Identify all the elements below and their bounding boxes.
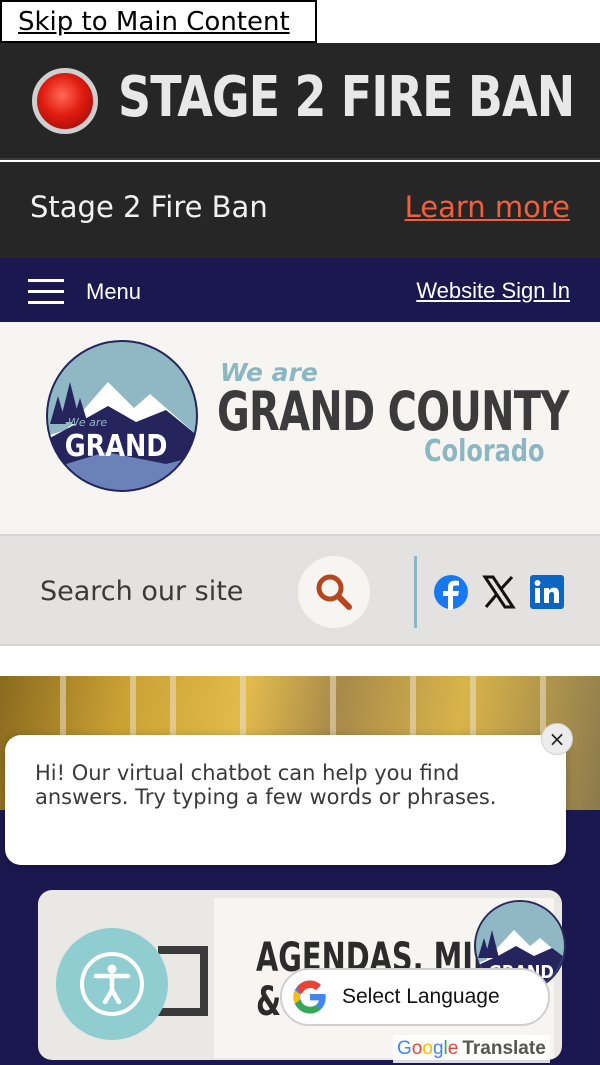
site-header-logo: We are GRAND We are GRAND COUNTY Colorad… [0, 322, 600, 534]
accessibility-button[interactable] [56, 928, 168, 1040]
search-icon [316, 574, 352, 610]
search-button[interactable] [298, 556, 370, 628]
fire-ban-banner: STAGE 2 FIRE BAN [0, 43, 600, 160]
search-bar [0, 534, 600, 646]
alert-bar: Stage 2 Fire Ban Learn more [0, 162, 600, 258]
fire-ban-title: STAGE 2 FIRE BAN [118, 65, 575, 130]
logo-state-name: Colorado [424, 434, 545, 469]
chatbot-message: Hi! Our virtual chatbot can help you fin… [35, 761, 497, 809]
linkedin-icon [530, 575, 564, 609]
red-alert-light-icon [32, 68, 98, 134]
learn-more-link[interactable]: Learn more [405, 190, 570, 224]
chatbot-greeting-popup: Hi! Our virtual chatbot can help you fin… [5, 735, 566, 865]
x-twitter-link[interactable] [481, 574, 517, 610]
skip-to-main-link[interactable]: Skip to Main Content [0, 0, 317, 43]
powered-by-google-translate: Google Translate [393, 1035, 550, 1063]
select-language-label[interactable]: Select Language [342, 985, 500, 1009]
top-nav: Menu Website Sign In [0, 258, 600, 322]
facebook-icon [434, 575, 468, 610]
svg-text:GRAND: GRAND [65, 428, 168, 464]
search-divider [414, 556, 417, 628]
menu-button[interactable]: Menu [86, 279, 141, 305]
spacer [0, 646, 600, 676]
accessibility-icon [80, 952, 144, 1016]
alert-text: Stage 2 Fire Ban [30, 190, 268, 224]
website-sign-in-link[interactable]: Website Sign In [416, 278, 570, 304]
google-g-icon [293, 980, 326, 1014]
google-translate-widget[interactable]: Select Language [280, 968, 550, 1026]
site-search-input[interactable] [40, 566, 280, 616]
x-twitter-icon [482, 575, 516, 609]
grand-county-logo-icon[interactable]: We are GRAND [46, 340, 198, 492]
hamburger-menu-icon[interactable] [28, 279, 64, 304]
facebook-link[interactable] [433, 574, 469, 610]
chatbot-close-button[interactable]: × [541, 723, 573, 755]
linkedin-link[interactable] [529, 574, 565, 610]
